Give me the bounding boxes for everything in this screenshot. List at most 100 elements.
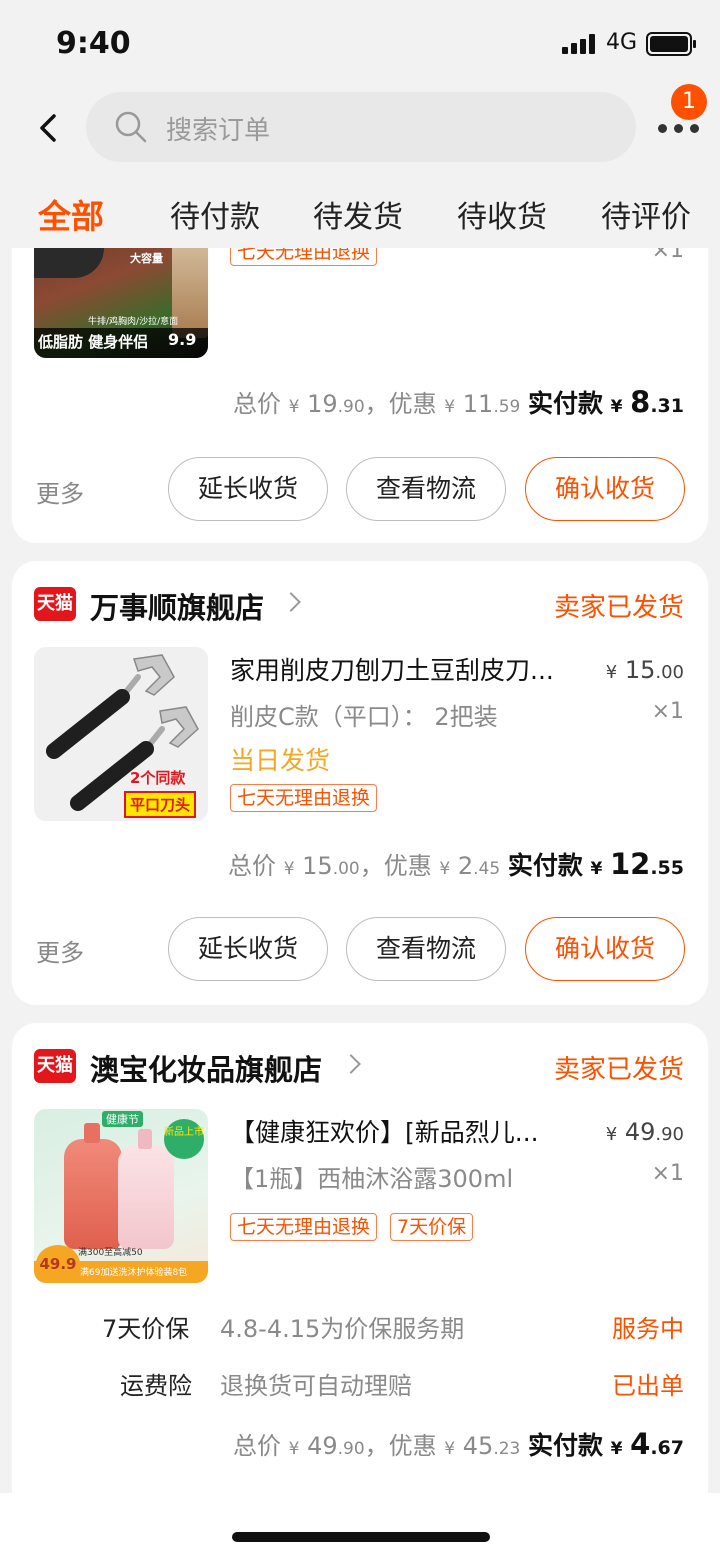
service-status[interactable]: 服务中 xyxy=(612,1309,684,1344)
discount-label: ，优惠 xyxy=(364,1432,437,1460)
order-totals: 总价 ¥ 15.00，优惠 ¥ 2.45 实付款 ¥ 12.55 xyxy=(228,846,684,882)
order-list: 大容量 牛排/鸡胸肉/沙拉/意面 低脂肪 健身伴侣 9.9 七天无理由退换 ×1… xyxy=(0,248,720,1493)
paid-int: 12 xyxy=(609,847,651,881)
search-input[interactable]: 搜索订单 xyxy=(86,92,636,162)
status-bar: 9:40 4G xyxy=(0,0,720,88)
price-dec: .00 xyxy=(655,662,684,683)
product-thumbnail[interactable]: 2个同款 平口刀头 xyxy=(34,647,208,821)
more-actions-link[interactable]: 更多 xyxy=(36,474,84,509)
tab-pending-payment[interactable]: 待付款 xyxy=(170,192,260,236)
total-int: 15 xyxy=(302,852,333,880)
price-int: 49 xyxy=(624,1118,656,1146)
item-quantity: ×1 xyxy=(651,1161,684,1186)
total-dec: .90 xyxy=(337,397,365,417)
search-placeholder: 搜索订单 xyxy=(166,116,271,146)
thumb-price: 49.9 xyxy=(36,1245,80,1283)
thumb-label: 低脂肪 健身伴侣 xyxy=(38,333,149,351)
total-label: 总价 xyxy=(228,852,277,880)
item-price: ¥ 49.90 xyxy=(606,1118,684,1146)
service-description: 退换货可自动理赔 xyxy=(220,1372,412,1400)
paid-label: 实付款 xyxy=(528,389,604,418)
return-policy-tag: 七天无理由退换 xyxy=(230,1213,378,1241)
tab-all[interactable]: 全部 xyxy=(38,190,104,238)
product-sku: 【1瓶】西柚沐浴露300ml xyxy=(230,1165,514,1193)
currency-symbol: ¥ xyxy=(283,859,295,879)
notification-badge: 1 xyxy=(671,84,707,120)
search-icon xyxy=(115,111,147,143)
discount-dec: .45 xyxy=(473,859,501,879)
order-status: 卖家已发货 xyxy=(553,593,684,623)
tab-pending-receipt[interactable]: 待收货 xyxy=(457,192,547,236)
order-card: 大容量 牛排/鸡胸肉/沙拉/意面 低脂肪 健身伴侣 9.9 七天无理由退换 ×1… xyxy=(12,248,708,543)
paid-dec: .67 xyxy=(650,1437,684,1459)
thumb-label: 牛排/鸡胸肉/沙拉/意面 xyxy=(88,317,179,327)
extend-receipt-button[interactable]: 延长收货 xyxy=(168,457,328,521)
paid-int: 4 xyxy=(630,1427,651,1461)
bottom-safe-area xyxy=(0,1493,720,1559)
product-thumbnail[interactable]: 健康节 新品上市 满300至高减50 满69加送洗沐护体验装8包 49.9 xyxy=(34,1109,208,1283)
total-label: 总价 xyxy=(232,1432,281,1460)
extend-receipt-button[interactable]: 延长收货 xyxy=(168,917,328,981)
currency-symbol: ¥ xyxy=(444,397,456,417)
discount-int: 2 xyxy=(457,852,474,880)
currency-symbol: ¥ xyxy=(444,1439,456,1459)
price-protection-tag: 7天价保 xyxy=(390,1213,474,1241)
more-actions-link[interactable]: 更多 xyxy=(36,933,84,968)
home-indicator[interactable] xyxy=(232,1532,490,1542)
discount-int: 11 xyxy=(462,390,494,418)
service-status[interactable]: 已出单 xyxy=(612,1366,684,1401)
signal-icon xyxy=(562,34,598,54)
discount-int: 45 xyxy=(462,1432,494,1460)
product-title[interactable]: 【健康狂欢价】[新品烈儿... xyxy=(230,1113,590,1149)
order-tabs: 全部 待付款 待发货 待收货 待评价 xyxy=(0,170,720,248)
paid-dec: .55 xyxy=(650,857,684,879)
thumb-price: 9.9 xyxy=(168,330,197,349)
order-card: 天猫 万事顺旗舰店 卖家已发货 2个同款 平口刀头 家用削皮刀刨刀土豆刮皮刀..… xyxy=(12,561,708,1005)
currency-symbol: ¥ xyxy=(590,859,603,879)
product-thumbnail[interactable]: 大容量 牛排/鸡胸肉/沙拉/意面 低脂肪 健身伴侣 9.9 xyxy=(34,248,208,358)
discount-label: ，优惠 xyxy=(364,390,437,418)
total-dec: .00 xyxy=(332,859,360,879)
order-totals: 总价 ¥ 19.90，优惠 ¥ 11.59 实付款 ¥ 8.31 xyxy=(233,384,684,420)
network-type: 4G xyxy=(606,30,638,55)
thumb-label: 满69加送洗沐护体验装8包 xyxy=(80,1268,188,1278)
view-logistics-button[interactable]: 查看物流 xyxy=(346,917,506,981)
thumb-label: 新品上市 xyxy=(164,1119,204,1159)
discount-dec: .59 xyxy=(493,397,521,417)
discount-dec: .23 xyxy=(493,1439,521,1459)
total-label: 总价 xyxy=(232,390,281,418)
search-header: 搜索订单 1 xyxy=(0,84,720,170)
return-policy-tag: 七天无理由退换 xyxy=(230,248,378,266)
paid-label: 实付款 xyxy=(507,851,583,880)
order-status: 卖家已发货 xyxy=(553,1055,684,1085)
currency-symbol: ¥ xyxy=(605,662,618,683)
service-description: 4.8-4.15为价保服务期 xyxy=(220,1315,465,1343)
tab-pending-shipment[interactable]: 待发货 xyxy=(313,192,403,236)
product-title[interactable]: 家用削皮刀刨刀土豆刮皮刀... xyxy=(230,651,590,687)
product-sku: 削皮C款（平口）： 2把装 xyxy=(230,703,498,731)
order-totals: 总价 ¥ 49.90，优惠 ¥ 45.23 实付款 ¥ 4.67 xyxy=(233,1426,684,1462)
thumb-label: 大容量 xyxy=(130,252,163,265)
confirm-receipt-button[interactable]: 确认收货 xyxy=(525,457,685,521)
item-quantity: ×1 xyxy=(651,248,684,263)
order-card: 天猫 澳宝化妆品旗舰店 卖家已发货 健康节 新品上市 满300至高减50 满69… xyxy=(12,1023,708,1493)
chevron-right-icon xyxy=(341,1054,361,1074)
total-int: 49 xyxy=(307,1432,338,1460)
currency-symbol: ¥ xyxy=(288,397,300,417)
tab-pending-review[interactable]: 待评价 xyxy=(601,192,691,236)
back-arrow-icon[interactable] xyxy=(30,108,70,148)
paid-dec: .31 xyxy=(650,395,684,417)
view-logistics-button[interactable]: 查看物流 xyxy=(346,457,506,521)
shop-name: 万事顺旗舰店 xyxy=(90,591,265,625)
confirm-receipt-button[interactable]: 确认收货 xyxy=(525,917,685,981)
thumb-label: 健康节 xyxy=(102,1111,143,1127)
thumb-label: 平口刀头 xyxy=(124,791,197,818)
more-menu-icon[interactable] xyxy=(654,116,704,140)
currency-symbol: ¥ xyxy=(605,1124,618,1145)
return-policy-tag: 七天无理由退换 xyxy=(230,784,378,812)
tmall-badge: 天猫 xyxy=(34,1049,76,1083)
item-quantity: ×1 xyxy=(651,699,684,724)
paid-int: 8 xyxy=(630,385,651,419)
currency-symbol: ¥ xyxy=(439,859,451,879)
total-dec: .90 xyxy=(337,1439,365,1459)
